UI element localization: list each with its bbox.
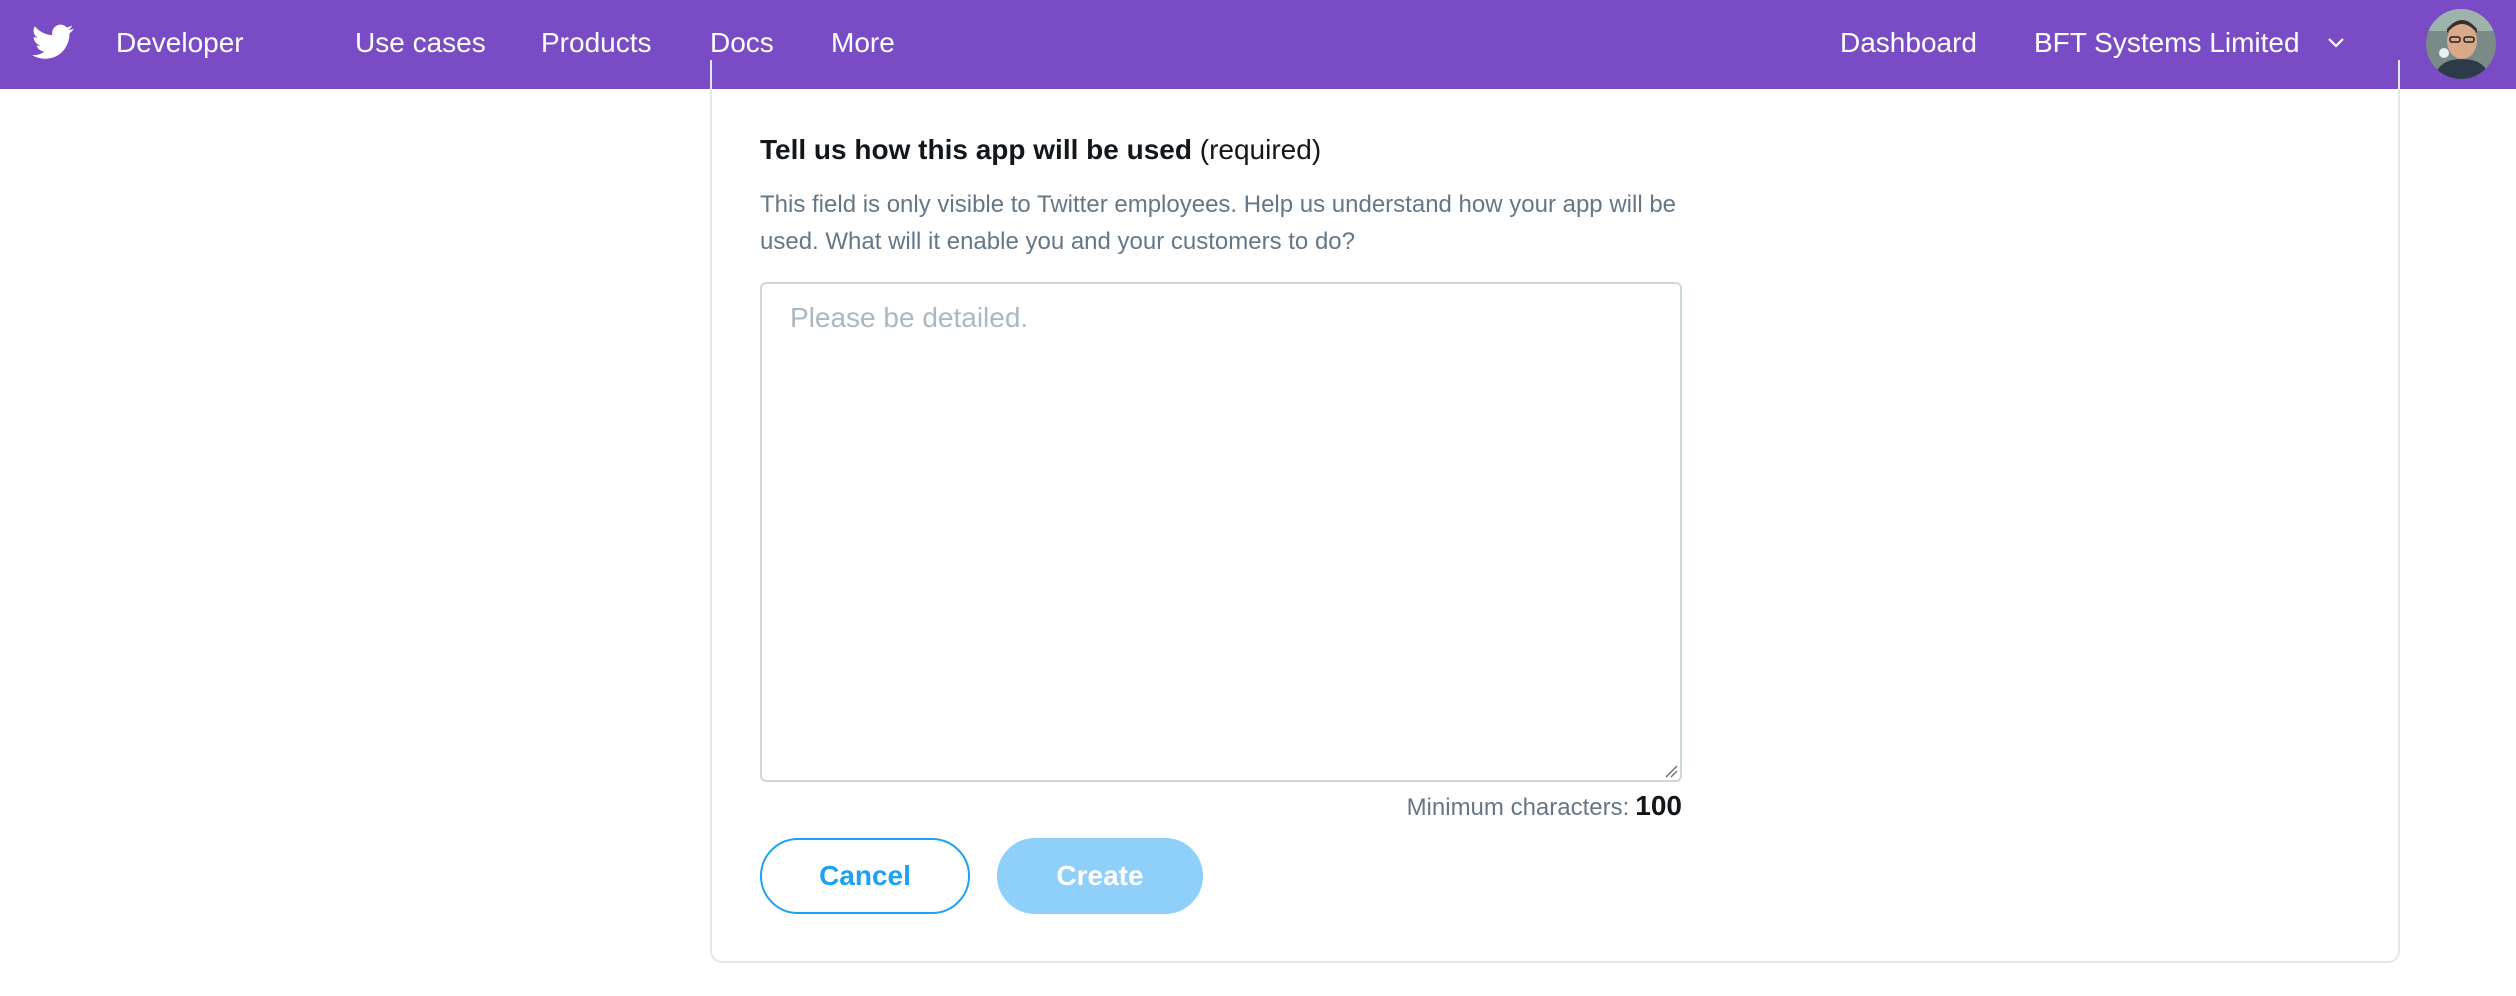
account-name: BFT Systems Limited	[2034, 27, 2300, 58]
min-chars-value: 100	[1635, 790, 1682, 821]
cancel-button[interactable]: Cancel	[760, 838, 970, 914]
resize-handle-icon[interactable]	[1664, 764, 1678, 778]
chevron-down-icon	[2328, 38, 2345, 48]
create-button[interactable]: Create	[997, 838, 1203, 914]
minimum-characters: Minimum characters: 100	[1100, 790, 1682, 822]
nav-link-products[interactable]: Products	[541, 0, 652, 89]
field-help-text: This field is only visible to Twitter em…	[760, 191, 1677, 255]
twitter-bird-icon[interactable]	[32, 23, 74, 61]
avatar-photo	[2426, 9, 2496, 79]
field-heading: Tell us how this app will be used (requi…	[760, 134, 1321, 166]
min-chars-label: Minimum characters:	[1406, 794, 1630, 821]
nav-link-use-cases[interactable]: Use cases	[355, 0, 486, 89]
avatar[interactable]	[2426, 9, 2496, 79]
field-heading-label: Tell us how this app will be used	[760, 134, 1192, 165]
required-indicator: (required)	[1199, 134, 1322, 165]
nav-brand-developer[interactable]: Developer	[116, 0, 244, 89]
app-usage-textarea[interactable]	[760, 282, 1682, 782]
